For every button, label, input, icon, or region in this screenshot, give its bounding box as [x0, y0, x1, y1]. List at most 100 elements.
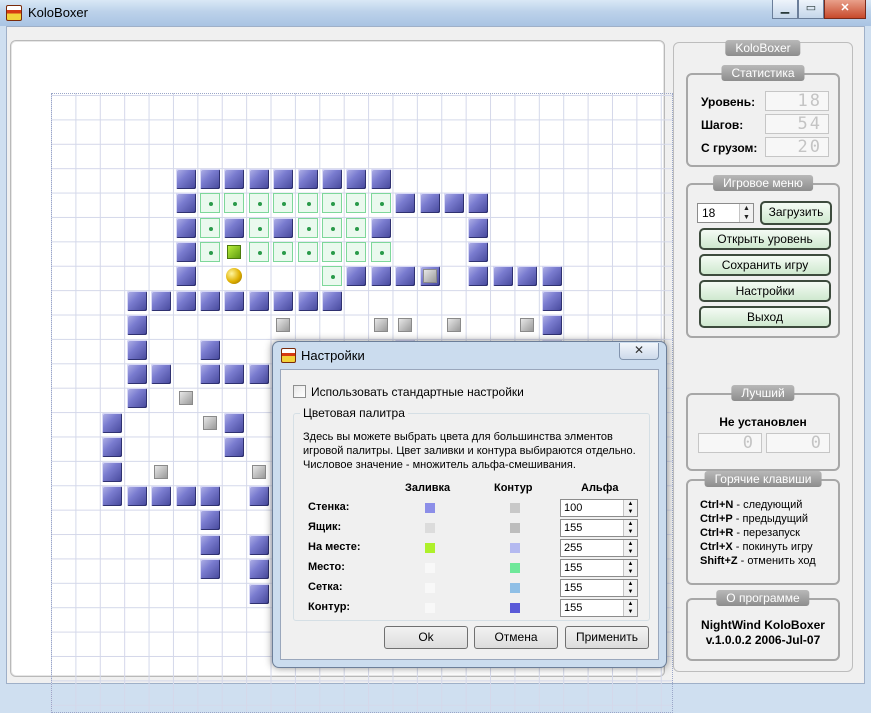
best-group: Лучший Не установлен 0 0: [686, 385, 840, 471]
alpha-value: 255: [564, 542, 583, 554]
goal-cell: [297, 193, 318, 214]
palette-title: Цветовая палитра: [300, 406, 408, 420]
wall-block: [199, 363, 220, 384]
hotkey-item: Ctrl+N - следующий: [700, 499, 803, 511]
alpha-column-header: Альфа: [581, 482, 619, 494]
goal-cell: [248, 217, 269, 238]
alpha-value: 155: [564, 562, 583, 574]
panel-title: KoloBoxer: [725, 40, 801, 56]
goal-cell: [297, 241, 318, 262]
fill-color-swatch[interactable]: [425, 503, 435, 513]
settings-button[interactable]: Настройки: [699, 280, 831, 302]
goal-cell: [370, 193, 391, 214]
wall-block: [370, 266, 391, 287]
save-game-button[interactable]: Сохранить игру: [699, 254, 831, 276]
palette-row-label: На месте:: [308, 541, 361, 553]
wall-block: [541, 315, 562, 336]
crate: [202, 415, 217, 430]
about-title: О программе: [716, 590, 810, 606]
wall-block: [102, 485, 123, 506]
wall-block: [224, 217, 245, 238]
goal-cell: [248, 193, 269, 214]
goal-cell: [199, 193, 220, 214]
palette-row-label: Ящик:: [308, 521, 342, 533]
wall-block: [126, 290, 147, 311]
alpha-spinner[interactable]: 155 ▲ ▼: [560, 559, 638, 577]
alpha-spinner[interactable]: 100 ▲ ▼: [560, 499, 638, 517]
goal-cell: [224, 193, 245, 214]
spinner-arrows-icon[interactable]: ▲ ▼: [623, 560, 637, 576]
spinner-arrows-icon[interactable]: ▲ ▼: [623, 580, 637, 596]
alpha-spinner[interactable]: 155 ▲ ▼: [560, 579, 638, 597]
spinner-arrows-icon[interactable]: ▲ ▼: [623, 500, 637, 516]
open-level-button[interactable]: Открыть уровень: [699, 228, 831, 250]
fill-color-swatch[interactable]: [425, 523, 435, 533]
wall-block: [370, 217, 391, 238]
palette-row-label: Место:: [308, 561, 345, 573]
fill-color-swatch[interactable]: [425, 583, 435, 593]
apply-button[interactable]: Применить: [565, 626, 649, 649]
outline-color-swatch[interactable]: [510, 563, 520, 573]
outline-color-swatch[interactable]: [510, 583, 520, 593]
use-default-label[interactable]: Использовать стандартные настройки: [311, 385, 524, 399]
outline-color-swatch[interactable]: [510, 603, 520, 613]
level-spinner-value: 18: [702, 206, 716, 220]
outline-color-swatch[interactable]: [510, 543, 520, 553]
game-menu-title: Игровое меню: [713, 175, 813, 191]
dialog-app-icon: [281, 348, 296, 363]
hotkey-item: Ctrl+X - покинуть игру: [700, 541, 813, 553]
wall-block: [175, 290, 196, 311]
load-button[interactable]: Загрузить: [760, 201, 832, 225]
spinner-arrows-icon[interactable]: ▲ ▼: [623, 520, 637, 536]
wall-block: [175, 241, 196, 262]
goal-cell: [321, 266, 342, 287]
goal-cell: [321, 193, 342, 214]
wall-block: [297, 290, 318, 311]
ok-button[interactable]: Ok: [384, 626, 468, 649]
wall-block: [541, 266, 562, 287]
wall-block: [199, 290, 220, 311]
goal-cell: [273, 241, 294, 262]
hotkey-item: Ctrl+R - перезапуск: [700, 527, 800, 539]
fill-color-swatch[interactable]: [425, 563, 435, 573]
fill-color-swatch[interactable]: [425, 603, 435, 613]
use-default-checkbox[interactable]: [293, 385, 306, 398]
wall-block: [492, 266, 513, 287]
wall-block: [199, 339, 220, 360]
window-titlebar[interactable]: KoloBoxer ▁ ▭ ✕: [0, 0, 871, 26]
wall-block: [419, 193, 440, 214]
wall-block: [346, 266, 367, 287]
alpha-spinner[interactable]: 155 ▲ ▼: [560, 599, 638, 617]
hotkey-item: Ctrl+P - предыдущий: [700, 513, 809, 525]
wall-block: [468, 241, 489, 262]
wall-block: [517, 266, 538, 287]
dialog-close-button[interactable]: ✕: [619, 343, 659, 360]
spinner-arrows-icon[interactable]: ▲ ▼: [739, 204, 753, 222]
outline-color-swatch[interactable]: [510, 523, 520, 533]
alpha-value: 155: [564, 522, 583, 534]
maximize-button[interactable]: ▭: [798, 0, 824, 19]
spinner-arrows-icon[interactable]: ▲ ▼: [623, 540, 637, 556]
close-button[interactable]: ✕: [824, 0, 866, 19]
alpha-spinner[interactable]: 155 ▲ ▼: [560, 519, 638, 537]
alpha-spinner[interactable]: 255 ▲ ▼: [560, 539, 638, 557]
outline-color-swatch[interactable]: [510, 503, 520, 513]
minimize-button[interactable]: ▁: [772, 0, 798, 19]
goal-cell: [199, 217, 220, 238]
goal-cell: [346, 217, 367, 238]
wall-block: [175, 266, 196, 287]
fill-color-swatch[interactable]: [425, 543, 435, 553]
stats-title: Статистика: [721, 65, 805, 81]
level-spinner[interactable]: 18 ▲ ▼: [697, 203, 754, 223]
settings-dialog[interactable]: Настройки ✕ Использовать стандартные нас…: [272, 341, 667, 668]
exit-button[interactable]: Выход: [699, 306, 831, 328]
wall-block: [199, 485, 220, 506]
cancel-button[interactable]: Отмена: [474, 626, 558, 649]
crate: [251, 464, 266, 479]
alpha-value: 100: [564, 502, 583, 514]
wall-block: [224, 363, 245, 384]
steps-label: Шагов:: [701, 118, 744, 132]
spinner-arrows-icon[interactable]: ▲ ▼: [623, 600, 637, 616]
goal-cell: [321, 241, 342, 262]
about-group: О программе NightWind KoloBoxer v.1.0.0.…: [686, 590, 840, 661]
